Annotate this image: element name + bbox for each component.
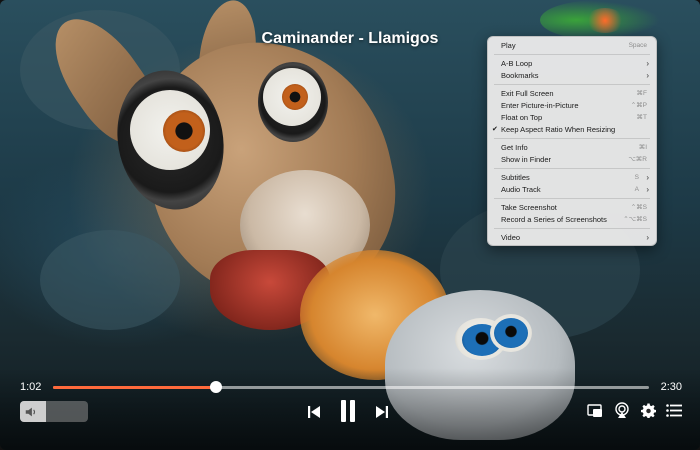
menu-item-float-on-top[interactable]: Float on Top ⌘T (488, 112, 656, 124)
menu-item-label: Float on Top (501, 113, 543, 122)
chevron-right-icon: › (646, 173, 649, 182)
chevron-right-icon: › (646, 233, 649, 242)
menu-item-label: Exit Full Screen (501, 89, 554, 98)
menu-separator (494, 138, 650, 139)
menu-item-label: Show in Finder (501, 155, 552, 164)
menu-item-video[interactable]: Video › (488, 232, 656, 244)
picture-in-picture-icon (587, 404, 602, 417)
menu-item-label: Subtitles (501, 173, 530, 182)
background-rock (40, 230, 180, 330)
menu-item-label: A-B Loop (501, 59, 533, 68)
playlist-icon (666, 403, 682, 417)
chevron-right-icon: › (646, 71, 649, 80)
menu-item-record-screenshots[interactable]: Record a Series of Screenshots ⌃⌥⌘S (488, 214, 656, 226)
menu-item-shortcut: A (634, 186, 639, 193)
menu-item-audio-track[interactable]: Audio Track A › (488, 184, 656, 196)
airplay-icon (615, 402, 629, 418)
menu-item-ab-loop[interactable]: A-B Loop › (488, 58, 656, 70)
menu-item-label: Video (501, 233, 521, 242)
menu-item-bookmarks[interactable]: Bookmarks › (488, 70, 656, 82)
airplay-button[interactable] (613, 401, 631, 419)
speaker-icon[interactable] (24, 405, 38, 419)
menu-item-take-screenshot[interactable]: Take Screenshot ⌃⌘S (488, 202, 656, 214)
menu-item-shortcut: ⌥⌘R (628, 156, 647, 163)
total-time: 2:30 (660, 381, 682, 393)
seek-progress (53, 386, 217, 389)
menu-separator (494, 198, 650, 199)
next-button[interactable] (372, 402, 392, 422)
gear-icon (640, 402, 656, 418)
menu-item-shortcut: ⌘F (636, 90, 647, 97)
menu-item-shortcut: Space (628, 42, 647, 49)
menu-separator (494, 228, 650, 229)
previous-button[interactable] (304, 402, 324, 422)
skip-next-icon (376, 406, 388, 418)
pause-icon (341, 400, 355, 422)
context-menu: Play Space A-B Loop › Bookmarks › Exit F… (487, 36, 657, 246)
menu-item-show-in-finder[interactable]: Show in Finder ⌥⌘R (488, 154, 656, 166)
menu-item-shortcut: S (634, 174, 639, 181)
menu-item-label: Play (501, 41, 516, 50)
menu-item-exit-full-screen[interactable]: Exit Full Screen ⌘F (488, 88, 656, 100)
volume-slider[interactable] (20, 401, 88, 422)
menu-item-label: Keep Aspect Ratio When Resizing (501, 125, 616, 134)
video-player-window: Caminander - Llamigos 1:02 2:30 Play Spa… (0, 0, 700, 450)
menu-item-subtitles[interactable]: Subtitles S › (488, 172, 656, 184)
menu-item-enter-pip[interactable]: Enter Picture-in-Picture ⌃⌘P (488, 100, 656, 112)
llama-iris (163, 110, 205, 152)
menu-item-play[interactable]: Play Space (488, 40, 656, 52)
menu-item-label: Enter Picture-in-Picture (501, 101, 579, 110)
menu-item-label: Record a Series of Screenshots (501, 215, 607, 224)
menu-separator (494, 54, 650, 55)
settings-button[interactable] (640, 402, 656, 418)
checkmark-icon: ✔ (492, 126, 498, 133)
menu-item-shortcut: ⌃⌥⌘S (623, 216, 647, 223)
menu-item-label: Get Info (501, 143, 528, 152)
skip-previous-icon (308, 406, 320, 418)
seek-bar[interactable] (53, 381, 649, 393)
menu-item-shortcut: ⌘T (636, 114, 647, 121)
menu-item-shortcut: ⌃⌘S (630, 204, 647, 211)
menu-separator (494, 84, 650, 85)
menu-item-label: Bookmarks (501, 71, 539, 80)
menu-item-keep-aspect-ratio[interactable]: ✔ Keep Aspect Ratio When Resizing (488, 124, 656, 136)
picture-in-picture-button[interactable] (586, 402, 604, 420)
menu-item-shortcut: ⌘I (638, 144, 647, 151)
menu-item-shortcut: ⌃⌘P (630, 102, 647, 109)
menu-item-label: Take Screenshot (501, 203, 557, 212)
llama-iris (282, 84, 308, 110)
chevron-right-icon: › (646, 59, 649, 68)
menu-item-get-info[interactable]: Get Info ⌘I (488, 142, 656, 154)
creature-iris (494, 318, 528, 348)
menu-separator (494, 168, 650, 169)
menu-item-label: Audio Track (501, 185, 541, 194)
elapsed-time: 1:02 (20, 381, 42, 393)
chevron-right-icon: › (646, 185, 649, 194)
pause-button[interactable] (336, 396, 360, 426)
playlist-button[interactable] (666, 403, 682, 417)
